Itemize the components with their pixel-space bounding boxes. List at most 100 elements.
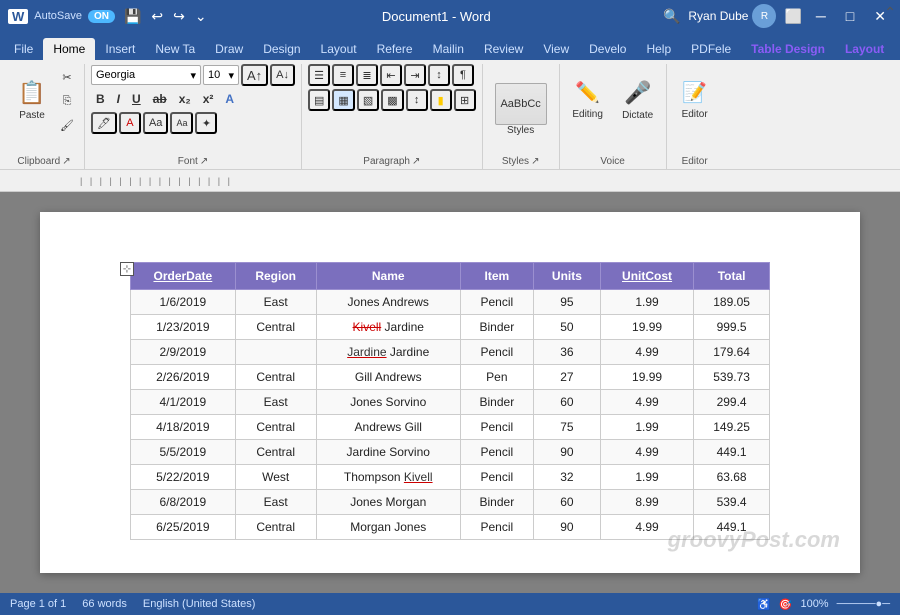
cell-name: Thompson Kivell	[316, 465, 460, 490]
show-formatting-button[interactable]: ¶	[452, 64, 474, 86]
cell-orderdate: 2/26/2019	[131, 365, 236, 390]
cell-item: Binder	[460, 315, 533, 340]
border-button[interactable]: ⊞	[454, 89, 476, 111]
clipboard-expand-icon[interactable]: ↗	[62, 156, 70, 167]
cell-orderdate: 1/23/2019	[131, 315, 236, 340]
editor-button[interactable]: 📝 Editor	[673, 64, 717, 136]
customize-icon[interactable]: ⌄	[192, 8, 210, 25]
cell-region: East	[235, 490, 316, 515]
align-center-button[interactable]: ▦	[332, 89, 354, 111]
para-row-1: ☰ ≡ ≣ ⇤ ⇥ ↕ ¶	[308, 64, 474, 86]
cell-name: Jardine Jardine	[316, 340, 460, 365]
tab-help[interactable]: Help	[636, 38, 681, 60]
table-move-handle[interactable]: ⊹	[120, 262, 134, 276]
justify-button[interactable]: ▩	[381, 89, 403, 111]
cell-name: Jones Sorvino	[316, 390, 460, 415]
subscript-button[interactable]: x₂	[174, 89, 196, 109]
font-label: Font ↗	[91, 154, 295, 169]
undo-icon[interactable]: ↩	[148, 8, 166, 25]
cell-item: Pen	[460, 365, 533, 390]
numbering-button[interactable]: ≡	[332, 64, 354, 86]
tab-design[interactable]: Design	[253, 38, 310, 60]
cell-units: 95	[533, 290, 600, 315]
tab-draw[interactable]: Draw	[205, 38, 253, 60]
zoom-level[interactable]: 100%	[800, 598, 828, 610]
clear-formatting-button[interactable]: ✦	[195, 112, 217, 134]
align-right-button[interactable]: ▧	[357, 89, 379, 111]
cell-name: Andrews Gill	[316, 415, 460, 440]
italic-button[interactable]: I	[112, 89, 125, 109]
tab-layout2[interactable]: Layout	[835, 38, 894, 60]
cell-region: Central	[235, 515, 316, 540]
word-count: 66 words	[82, 598, 127, 610]
sort-button[interactable]: ↕	[428, 64, 450, 86]
shading-button[interactable]: ▮	[430, 89, 452, 111]
zoom-slider[interactable]: ─────●─	[837, 598, 890, 610]
tab-pdfele[interactable]: PDFele	[681, 38, 741, 60]
font-size-a2[interactable]: Aa	[170, 112, 193, 134]
tab-file[interactable]: File	[4, 38, 43, 60]
cell-region: Central	[235, 440, 316, 465]
dictate-button[interactable]: 🎤 Dictate	[616, 64, 660, 136]
tab-review[interactable]: Review	[474, 38, 533, 60]
title-bar-right: 🔍 Ryan Dube R ⬜ ─ □ ✕	[663, 4, 892, 28]
decrease-indent-button[interactable]: ⇤	[380, 64, 402, 86]
ruler-marks: | | | | | | | | | | | | | | | |	[80, 176, 230, 186]
superscript-button[interactable]: x²	[198, 89, 219, 109]
redo-icon[interactable]: ↪	[170, 8, 188, 25]
user-profile[interactable]: Ryan Dube R	[688, 4, 776, 28]
language: English (United States)	[143, 598, 256, 610]
collapse-ribbon-button[interactable]: ⌃	[884, 4, 896, 21]
tab-layout[interactable]: Layout	[311, 38, 367, 60]
bullets-button[interactable]: ☰	[308, 64, 330, 86]
cell-region: West	[235, 465, 316, 490]
paragraph-expand-icon[interactable]: ↗	[412, 156, 420, 167]
tab-mailings[interactable]: Mailin	[423, 38, 474, 60]
paste-button[interactable]: 📋 Paste	[10, 64, 54, 136]
editing-button[interactable]: ✏️ Editing	[566, 64, 610, 136]
line-spacing-button[interactable]: ↕	[406, 89, 428, 111]
search-icon[interactable]: 🔍	[663, 8, 680, 25]
page-info: Page 1 of 1	[10, 598, 66, 610]
decrease-font-button[interactable]: A↓	[270, 64, 295, 86]
format-painter-button[interactable]: 🖌	[56, 114, 78, 136]
cut-button[interactable]: ✂	[56, 66, 78, 88]
align-left-button[interactable]: ▤	[308, 89, 330, 111]
cell-item: Binder	[460, 390, 533, 415]
cell-item: Pencil	[460, 440, 533, 465]
multilevel-button[interactable]: ≣	[356, 64, 378, 86]
cell-name: Jones Morgan	[316, 490, 460, 515]
tab-insert[interactable]: Insert	[95, 38, 145, 60]
font-color-button[interactable]: A	[119, 112, 141, 134]
focus-icon[interactable]: 🎯	[779, 598, 793, 611]
save-icon[interactable]: 💾	[121, 8, 144, 25]
ribbon-display-icon[interactable]: ⬜	[784, 8, 801, 25]
minimize-button[interactable]: ─	[810, 8, 832, 24]
tab-table-design[interactable]: Table Design	[741, 38, 835, 60]
tab-view[interactable]: View	[533, 38, 579, 60]
increase-indent-button[interactable]: ⇥	[404, 64, 426, 86]
increase-font-button[interactable]: A↑	[241, 64, 268, 86]
styles-expand-icon[interactable]: ↗	[531, 156, 539, 167]
maximize-button[interactable]: □	[840, 8, 860, 24]
font-expand-icon[interactable]: ↗	[200, 156, 208, 167]
font-size-a1[interactable]: Aa	[143, 112, 168, 134]
tab-home[interactable]: Home	[43, 38, 95, 60]
accessibility-icon[interactable]: ♿	[757, 598, 771, 611]
tab-developer[interactable]: Develo	[579, 38, 636, 60]
cell-total: 299.4	[694, 390, 770, 415]
font-size-select[interactable]: 10 ▾	[203, 65, 239, 85]
autosave-toggle[interactable]: ON	[88, 10, 115, 23]
table-row: 5/5/2019 Central Jardine Sorvino Pencil …	[131, 440, 770, 465]
styles-button[interactable]: AaBbCc Styles	[489, 73, 553, 145]
underline-button[interactable]: U	[127, 89, 146, 109]
text-effects-button[interactable]: A	[220, 89, 239, 109]
copy-button[interactable]: ⎘	[56, 90, 78, 112]
highlight-button[interactable]: 🖊	[91, 112, 117, 134]
tab-references[interactable]: Refere	[367, 38, 423, 60]
styles-label: Styles ↗	[489, 154, 553, 169]
strikethrough-button[interactable]: ab	[148, 89, 172, 109]
tab-new[interactable]: New Ta	[145, 38, 205, 60]
font-family-select[interactable]: Georgia ▾	[91, 65, 201, 85]
bold-button[interactable]: B	[91, 89, 110, 109]
